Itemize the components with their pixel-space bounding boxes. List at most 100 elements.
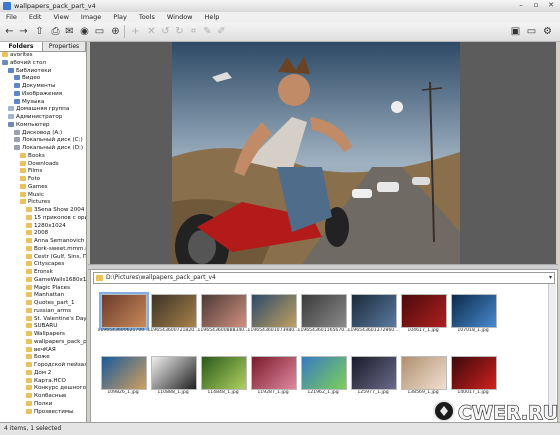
thumbnail[interactable]: 1196543601372860... <box>347 292 399 338</box>
thumbnail[interactable]: 107018_1.jpg <box>449 292 497 338</box>
tree-item[interactable]: Music <box>0 191 86 200</box>
tree-item[interactable]: Anna Semanovich ( <box>0 238 86 246</box>
menu-image[interactable]: Image <box>75 12 107 21</box>
menu-help[interactable]: Help <box>199 12 226 21</box>
up-folder-icon[interactable]: ⇧ <box>34 26 45 37</box>
rotate-left-icon[interactable]: ↺ <box>160 26 171 37</box>
tree-item[interactable]: 3Sena Show 2004 (I <box>0 207 86 215</box>
tree-item[interactable]: Колбасные <box>0 393 86 401</box>
email-icon[interactable]: ✉ <box>64 26 75 37</box>
tree-item[interactable]: Films <box>0 168 86 176</box>
fullscreen-toggle-icon[interactable]: ▭ <box>526 26 537 37</box>
thumbnail[interactable]: 121962_1.jpg <box>299 354 347 400</box>
thumbnail[interactable]: 109826_1.jpg <box>99 354 147 400</box>
tree-item[interactable]: Pictures <box>0 199 86 207</box>
tree-item[interactable]: SUBARU <box>0 323 86 331</box>
delete-icon[interactable]: ✕ <box>146 26 157 37</box>
settings-icon[interactable]: ⚙ <box>542 26 553 37</box>
tree-item[interactable]: Downloads <box>0 160 86 169</box>
tree-item[interactable]: Cestr (Gulf, Sins, Пс <box>0 253 86 262</box>
tree-item[interactable]: Manhattan <box>0 292 86 300</box>
folder-icon <box>26 331 32 336</box>
thumbnail[interactable]: 125977_1.jpg <box>349 354 397 400</box>
thumbnail[interactable]: 138569_1.jpg <box>399 354 447 400</box>
tree-item[interactable]: Прозвестимы <box>0 408 86 417</box>
tree-item[interactable]: Quotes_part_1 <box>0 300 86 308</box>
tab-folders[interactable]: Folders <box>0 42 43 51</box>
tree-item[interactable]: абочий стол <box>0 59 86 68</box>
tree-item[interactable]: Изображения <box>0 90 86 99</box>
tree-item[interactable]: Компьютер <box>0 121 86 130</box>
rotate-right-icon[interactable]: ↻ <box>174 26 185 37</box>
thumbnail[interactable]: 1196543600888340... <box>197 292 249 338</box>
tree-item[interactable]: Видео <box>0 75 86 83</box>
tree-item[interactable]: St. Valentine's Day <box>0 315 86 324</box>
brush-icon[interactable]: ✎ <box>202 26 213 37</box>
tree-item[interactable]: Bork-sweet.mmm.ru <box>0 245 86 254</box>
menu-file[interactable]: File <box>0 12 23 21</box>
maximize-button[interactable]: ▫ <box>530 1 542 10</box>
zoom-in-icon[interactable]: ⊕ <box>110 26 121 37</box>
tree-item[interactable]: Eronsk <box>0 269 86 277</box>
tab-properties[interactable]: Properties <box>43 42 86 51</box>
tree-item[interactable]: Magic Places <box>0 284 86 293</box>
chevron-down-icon[interactable]: ▾ <box>549 273 552 283</box>
back-icon[interactable]: ← <box>4 26 15 37</box>
minimize-button[interactable]: – <box>515 1 527 10</box>
tree-item[interactable]: Games <box>0 183 86 192</box>
tree-item[interactable]: Администратор <box>0 114 86 122</box>
tree-item[interactable]: Карта.НСО <box>0 377 86 386</box>
tree-item[interactable]: Библиотеки <box>0 67 86 76</box>
fullscreen-icon[interactable]: ▭ <box>94 26 105 37</box>
edit-icon[interactable]: ✐ <box>216 26 227 37</box>
tree-item[interactable]: russian_arms <box>0 307 86 316</box>
tree-item[interactable]: 2008 <box>0 230 86 238</box>
thumbnail[interactable]: 140017_1.jpg <box>449 354 497 400</box>
tree-item[interactable]: Дом 2 <box>0 369 86 378</box>
thumbnail[interactable]: 114848_1.jpg <box>199 354 247 400</box>
tree-item[interactable]: Cityscapes <box>0 261 86 269</box>
tree-item[interactable]: Боже <box>0 354 86 362</box>
tree-item[interactable]: Локальный диск (D:) <box>0 145 86 153</box>
slideshow-icon[interactable]: ◉ <box>79 26 90 37</box>
tree-item[interactable]: wallpapers_pack_pa <box>0 338 86 347</box>
thumbnail[interactable]: 1196543601073980... <box>247 292 299 338</box>
menu-tools[interactable]: Tools <box>133 12 161 21</box>
tree-item[interactable]: avorites <box>0 52 86 60</box>
tree-item[interactable]: GameWalls1680x10 <box>0 276 86 285</box>
forward-icon[interactable]: → <box>18 26 29 37</box>
crop-icon[interactable]: ⌗ <box>188 26 199 37</box>
print-icon[interactable]: ⎙ <box>50 26 61 37</box>
tree-item[interactable]: Foto <box>0 176 86 184</box>
tree-item[interactable]: 15 приколов с оригин <box>0 214 86 223</box>
path-bar[interactable]: D:\Pictures\wallpapers_pack_part_v4 ▾ <box>93 272 555 284</box>
tree-item[interactable]: Музыка <box>0 98 86 107</box>
menu-edit[interactable]: Edit <box>23 12 48 21</box>
tree-item[interactable]: Полки <box>0 400 86 409</box>
image-viewer[interactable] <box>90 42 556 264</box>
thumbnail[interactable]: 1196543601165670... <box>297 292 349 338</box>
tree-item[interactable]: Books <box>0 152 86 161</box>
thumbnail[interactable]: 110888_1.jpg <box>149 354 197 400</box>
thumbnail[interactable]: 1196543600621700... <box>97 292 149 338</box>
thumbnail[interactable]: 104617_1.jpg <box>399 292 447 338</box>
tree-item[interactable]: Документы <box>0 83 86 91</box>
folder-panel: Folders Properties avorites абочий стол Би… <box>0 42 87 422</box>
add-icon[interactable]: + <box>130 26 141 37</box>
layout-icon[interactable]: ▣ <box>510 26 521 37</box>
tree-item[interactable]: Локальный диск (C:) <box>0 137 86 145</box>
tree-item[interactable]: вечКАЯ <box>0 346 86 355</box>
menu-window[interactable]: Window <box>161 12 199 21</box>
menu-play[interactable]: Play <box>107 12 133 21</box>
close-button[interactable]: ✕ <box>545 1 557 10</box>
thumbnail[interactable]: 119287_1.jpg <box>249 354 297 400</box>
tree-item[interactable]: Wallpapers <box>0 331 86 339</box>
thumbnail[interactable]: 1196543600721820... <box>147 292 199 338</box>
tree-item[interactable]: 1280x1024 <box>0 222 86 231</box>
tree-item-label: Конкурс дешного ра <box>34 385 86 392</box>
tree-item-label: вечКАЯ <box>34 346 56 353</box>
tree-item[interactable]: Конкурс дешного ра <box>0 385 86 393</box>
tree-item[interactable]: Домашняя группа <box>0 106 86 114</box>
menu-view[interactable]: View <box>47 12 74 21</box>
tree-item[interactable]: Городской пейзаж <box>0 362 86 370</box>
